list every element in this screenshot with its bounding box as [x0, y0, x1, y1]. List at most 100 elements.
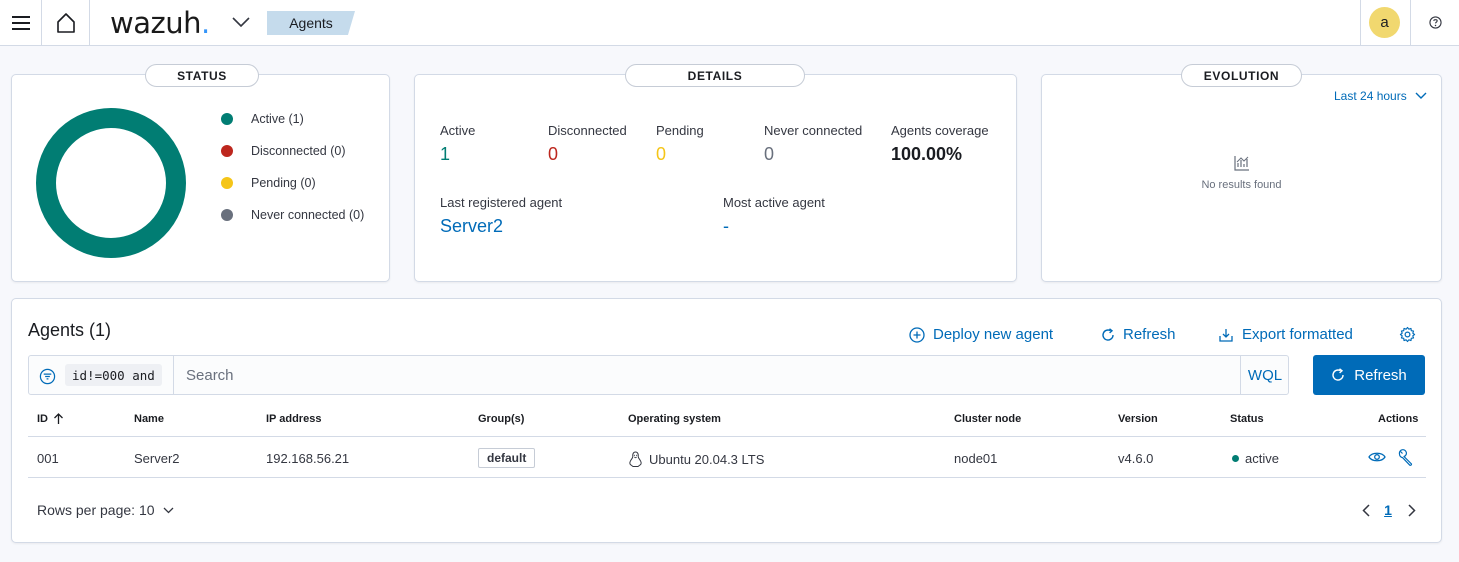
help-button[interactable] [1424, 11, 1446, 33]
next-page-button[interactable] [1402, 500, 1422, 520]
stat-never-connected-value[interactable]: 0 [764, 144, 774, 165]
wql-button[interactable]: WQL [1241, 356, 1289, 394]
column-header-label: Operating system [628, 413, 721, 425]
evolution-panel: EVOLUTION Last 24 hours No results found [1041, 64, 1442, 282]
legend-never-connected[interactable]: Never connected (0) [221, 208, 364, 222]
column-header-status[interactable]: Status [1230, 413, 1264, 425]
rows-per-page-label: Rows per page: 10 [37, 502, 155, 518]
column-header-label: Cluster node [954, 413, 1022, 425]
time-range-label: Last 24 hours [1334, 89, 1407, 103]
stat-disconnected-value[interactable]: 0 [548, 144, 558, 165]
cell-ip[interactable]: 192.168.56.21 [266, 451, 349, 466]
status-panel: STATUS Active (1) Disconnected (0) Pendi… [11, 64, 390, 282]
refresh-icon [1332, 368, 1344, 381]
column-header-label: Actions [1378, 413, 1419, 425]
gear-icon [1399, 326, 1416, 343]
legend-disconnected[interactable]: Disconnected (0) [221, 144, 346, 158]
no-results-message: No results found [1042, 155, 1441, 191]
legend-label: Never connected (0) [251, 208, 365, 222]
header-divider [1360, 0, 1361, 45]
most-active-link[interactable]: - [723, 216, 729, 237]
disconnected-dot-icon [221, 145, 233, 157]
os-name: Ubuntu 20.04.3 LTS [649, 452, 765, 467]
column-header-groups[interactable]: Group(s) [478, 413, 524, 425]
cell-groups: default [478, 448, 536, 468]
refresh-link-label: Refresh [1123, 326, 1176, 343]
plus-circle-icon [909, 326, 925, 343]
wazuh-logo[interactable]: wazuh. [110, 6, 210, 40]
refresh-button-label: Refresh [1354, 366, 1407, 384]
export-formatted-button[interactable]: Export formatted [1218, 326, 1353, 343]
deploy-new-agent-label: Deploy new agent [933, 326, 1054, 343]
stat-coverage-value: 100.00% [891, 144, 963, 164]
table-settings-button[interactable] [1399, 326, 1416, 343]
search-bar: id!=000 and WQL [28, 355, 1289, 395]
active-dot-icon [221, 113, 233, 125]
wrench-icon [1398, 448, 1412, 466]
cell-os[interactable]: Ubuntu 20.04.3 LTS [628, 451, 764, 468]
search-input[interactable] [174, 356, 1240, 394]
stat-active-value[interactable]: 1 [440, 144, 450, 165]
view-agent-button[interactable] [1367, 447, 1387, 467]
legend-label: Active (1) [251, 112, 304, 126]
chevron-down-icon [1415, 92, 1427, 99]
home-button[interactable] [42, 0, 90, 45]
page-1-button[interactable]: 1 [1380, 500, 1396, 520]
stat-never-connected-label: Never connected [764, 123, 863, 138]
chevron-left-icon [1362, 503, 1370, 517]
legend-label: Pending (0) [251, 176, 316, 190]
app-switcher-button[interactable] [228, 8, 254, 36]
status-donut-chart [36, 108, 186, 258]
menu-button[interactable] [0, 0, 42, 45]
chart-icon [1233, 156, 1249, 171]
breadcrumb-agents[interactable]: Agents [267, 11, 355, 35]
details-panel: DETAILS Active 1 Disconnected 0 Pending … [414, 64, 1017, 282]
status-panel-title: STATUS [145, 64, 259, 87]
column-header-actions: Actions [1378, 413, 1418, 425]
header-divider [1410, 0, 1411, 45]
deploy-new-agent-button[interactable]: Deploy new agent [909, 326, 1053, 343]
time-range-dropdown[interactable]: Last 24 hours [1334, 89, 1427, 103]
chevron-right-icon [1408, 503, 1416, 517]
details-panel-title: DETAILS [625, 64, 805, 87]
configure-agent-button[interactable] [1395, 447, 1415, 467]
filter-menu-button[interactable] [37, 366, 57, 386]
column-header-version[interactable]: Version [1118, 413, 1158, 425]
column-header-label: Status [1230, 413, 1264, 425]
cell-status[interactable]: active [1232, 451, 1279, 466]
stat-disconnected-label: Disconnected [548, 123, 627, 138]
refresh-button[interactable]: Refresh [1313, 355, 1425, 395]
cell-cluster-node[interactable]: node01 [954, 451, 997, 466]
no-results-text: No results found [1201, 179, 1282, 191]
cell-id[interactable]: 001 [37, 451, 59, 466]
legend-active[interactable]: Active (1) [221, 112, 304, 126]
logo-dot: . [200, 6, 210, 40]
refresh-link-button[interactable]: Refresh [1101, 326, 1176, 343]
cell-version[interactable]: v4.6.0 [1118, 451, 1153, 466]
column-header-cluster-node[interactable]: Cluster node [954, 413, 1021, 425]
column-header-id[interactable]: ID [37, 413, 64, 425]
column-header-ip[interactable]: IP address [266, 413, 321, 425]
query-chip[interactable]: id!=000 and [65, 364, 162, 386]
column-header-label: Version [1118, 413, 1158, 425]
group-badge[interactable]: default [478, 448, 536, 468]
eye-icon [1368, 452, 1386, 462]
most-active-label: Most active agent [723, 195, 825, 210]
chevron-down-icon [232, 17, 250, 27]
previous-page-button[interactable] [1356, 500, 1376, 520]
evolution-panel-title: EVOLUTION [1181, 64, 1302, 87]
column-header-label: ID [37, 413, 48, 425]
rows-per-page-dropdown[interactable]: Rows per page: 10 [37, 502, 174, 518]
last-registered-label: Last registered agent [440, 195, 563, 210]
cell-name[interactable]: Server2 [134, 451, 180, 466]
sort-ascending-icon [54, 413, 63, 424]
last-registered-link[interactable]: Server2 [440, 216, 503, 237]
stat-pending-value[interactable]: 0 [656, 144, 666, 165]
refresh-icon [1102, 327, 1114, 341]
legend-pending[interactable]: Pending (0) [221, 176, 316, 190]
column-header-os[interactable]: Operating system [628, 413, 721, 425]
pending-dot-icon [221, 177, 233, 189]
column-header-name[interactable]: Name [134, 413, 164, 425]
stat-pending-label: Pending [656, 123, 704, 138]
user-avatar[interactable]: a [1369, 7, 1400, 38]
